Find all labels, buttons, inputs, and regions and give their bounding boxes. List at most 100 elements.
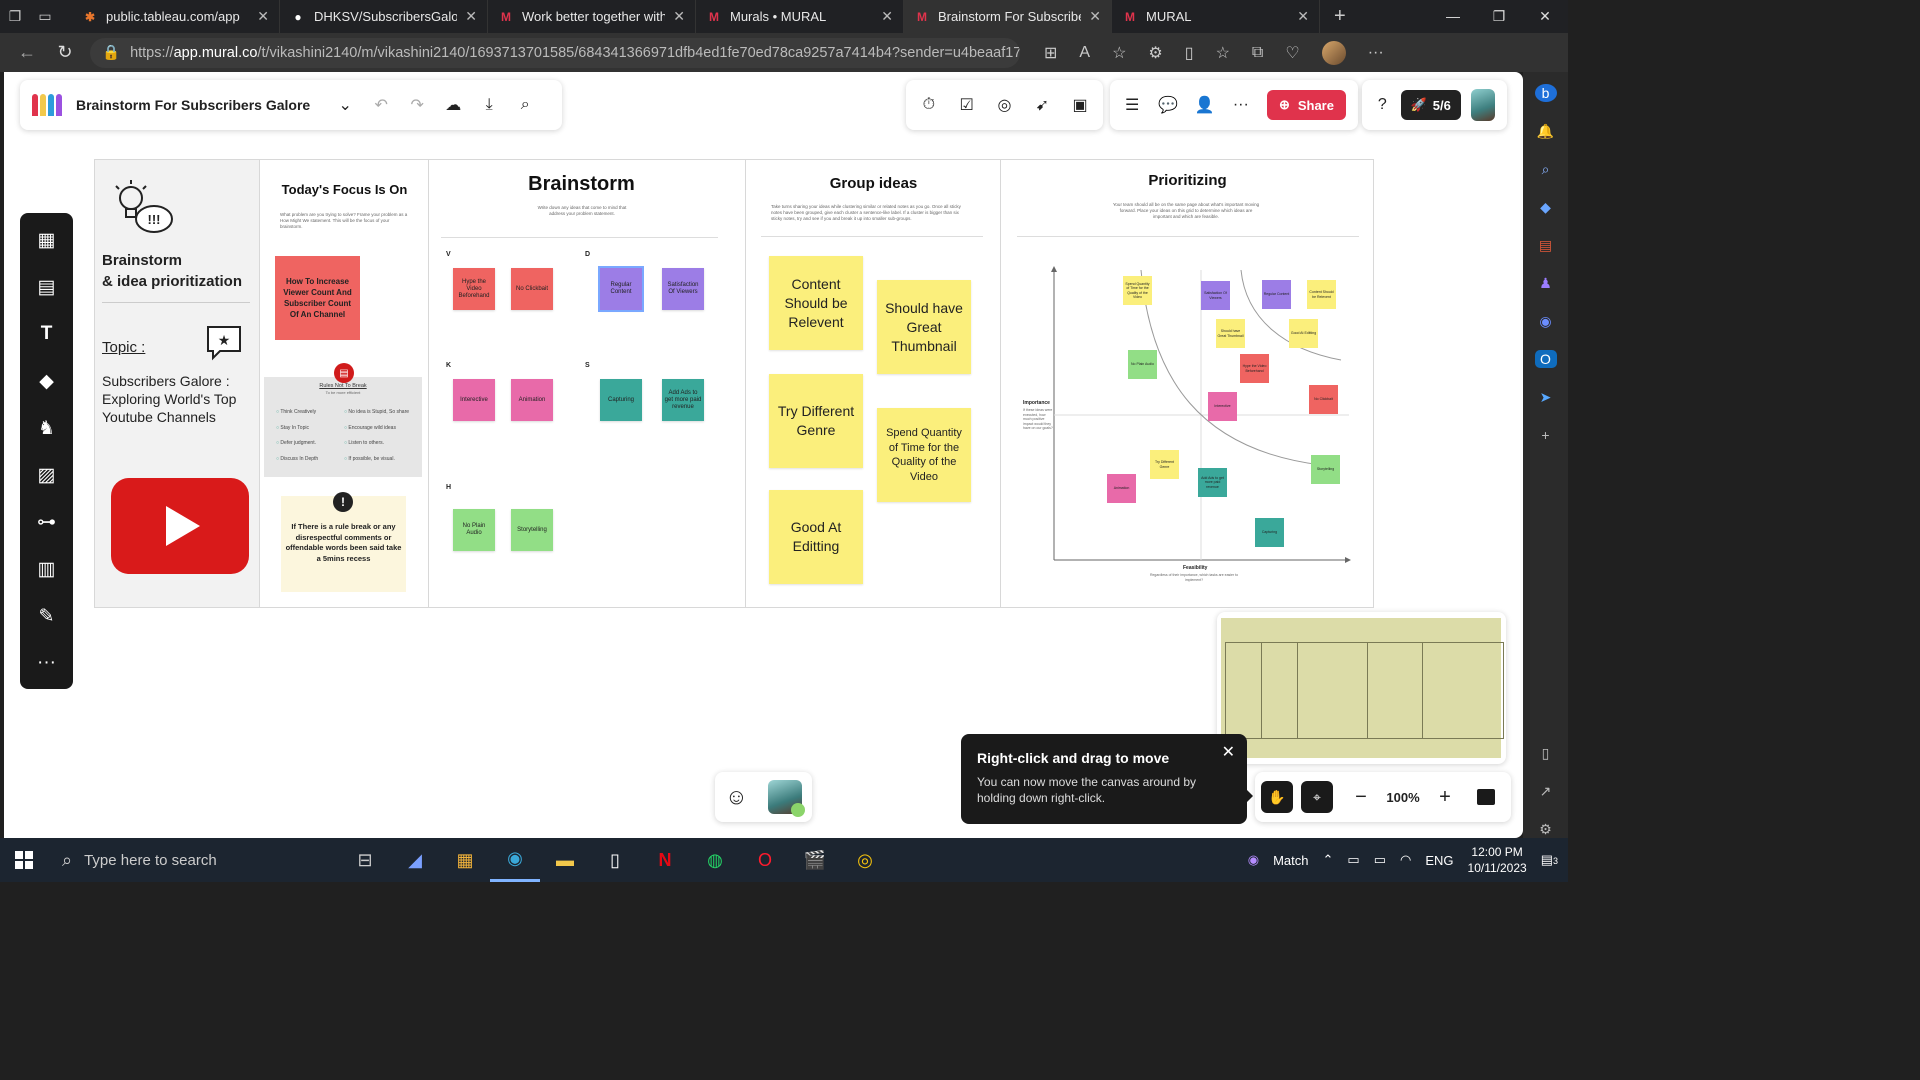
toolkit-icon[interactable]: ▣ [1069, 95, 1091, 115]
more-menu-icon[interactable]: ··· [1368, 44, 1384, 62]
close-icon[interactable]: ✕ [1222, 742, 1235, 762]
collections-icon[interactable]: ⧉ [1252, 44, 1263, 62]
sticky-note[interactable]: No Plain Audio [1128, 350, 1157, 379]
zoom-in-button[interactable]: + [1433, 786, 1457, 809]
undo-icon[interactable]: ↶ [370, 95, 392, 115]
browser-tab[interactable]: ✱ public.tableau.com/app ✕ [72, 0, 280, 33]
private-mode-icon[interactable]: ◎ [994, 95, 1016, 115]
sticky-note[interactable]: No Clickbait [1309, 385, 1338, 414]
workspaces-icon[interactable]: ❐ [0, 0, 30, 33]
sticky-note[interactable]: No Clickbait [511, 268, 553, 310]
text-icon[interactable]: T [34, 321, 60, 347]
browser-tab-active[interactable]: M Brainstorm For Subscribers ✕ [904, 0, 1112, 33]
bing-icon[interactable]: b [1534, 84, 1557, 102]
sticky-note[interactable]: Add Ads to get more paid revenue [662, 379, 704, 421]
edge-browser-icon[interactable]: ◉ [490, 838, 540, 882]
close-tab-icon[interactable]: ✕ [1297, 8, 1309, 25]
sticky-note[interactable]: Content Should be Relevent [1307, 280, 1336, 309]
wifi-icon[interactable]: ◠ [1400, 852, 1411, 868]
tools-icon[interactable]: ▤ [1535, 236, 1557, 254]
refresh-icon[interactable]: ↻ [52, 42, 78, 63]
notification-bell-icon[interactable]: 🔔 [1535, 122, 1557, 140]
sticky-note[interactable]: Content Should be Relevent [769, 256, 863, 350]
more-options-icon[interactable]: ··· [1231, 96, 1251, 114]
timer-icon[interactable]: ⏱ [918, 96, 940, 114]
recess-note[interactable]: ! If There is a rule break or any disres… [281, 492, 406, 592]
sticky-note[interactable]: Storytelling [511, 509, 553, 551]
profile-avatar[interactable] [1321, 40, 1346, 65]
sticky-note[interactable]: Hype the Video Beforehand [453, 268, 495, 310]
draw-pen-icon[interactable]: ✎ [34, 603, 60, 629]
close-tab-icon[interactable]: ✕ [881, 8, 893, 25]
netflix-icon[interactable]: N [640, 838, 690, 882]
match-label[interactable]: Match [1273, 853, 1308, 868]
notifications-icon[interactable]: ▤3 [1541, 852, 1558, 868]
sticky-note[interactable]: Animation [511, 379, 553, 421]
minimap-viewport[interactable] [1221, 618, 1504, 758]
sticky-note[interactable]: Storytelling [1311, 455, 1340, 484]
extensions-icon[interactable]: ⚙ [1148, 43, 1162, 63]
close-window-icon[interactable]: ✕ [1522, 8, 1568, 25]
video-editor-icon[interactable]: 🎬 [790, 838, 840, 882]
url-field[interactable]: 🔒 https://app.mural.co/t/vikashini2140/m… [90, 37, 1020, 68]
sticky-note[interactable]: Should have Great Thumbnail [877, 280, 971, 374]
file-explorer-icon[interactable]: ▬ [540, 838, 590, 882]
minimize-icon[interactable]: — [1430, 8, 1476, 25]
select-mode-icon[interactable]: ⌖ [1301, 781, 1333, 813]
back-icon[interactable]: ← [14, 42, 40, 63]
cloud-saved-icon[interactable]: ☁ [442, 95, 464, 115]
browser-tab[interactable]: ● DHKSV/SubscribersGalore ✕ [280, 0, 488, 33]
sticky-note[interactable]: Capturing [1255, 518, 1284, 547]
opera-icon[interactable]: O [740, 838, 790, 882]
sticky-note[interactable]: Good At Editting [769, 490, 863, 584]
sticky-note[interactable]: Regular Content [598, 266, 644, 312]
games-icon[interactable]: ♟ [1535, 274, 1557, 292]
comments-icon[interactable]: 💬 [1158, 95, 1178, 115]
help-icon[interactable]: ? [1374, 96, 1391, 114]
sticky-note[interactable]: Add Ads to get more paid revenue [1198, 468, 1227, 497]
microsoft-store-icon[interactable]: ▦ [440, 838, 490, 882]
rules-card[interactable]: ▤ Rules Not To Break To be more efficien… [264, 363, 422, 477]
sticky-note[interactable]: Good At Editting [1289, 319, 1318, 348]
sticky-note[interactable]: Satisfaction Of Viewers [1201, 281, 1230, 310]
user-avatar[interactable] [1470, 89, 1495, 121]
sticky-note[interactable]: Try Different Genre [769, 374, 863, 468]
new-tab-button[interactable]: + [1320, 5, 1360, 28]
sticky-note[interactable]: Regular Content [1262, 280, 1291, 309]
sticky-note[interactable]: Spend Quantity of Time for the Quality o… [1123, 276, 1152, 305]
icons-library-icon[interactable]: ♞ [34, 415, 60, 441]
voting-icon[interactable]: ☑ [956, 95, 978, 115]
user-presence-avatar[interactable] [767, 780, 805, 817]
taskbar-search[interactable]: ⌕ Type here to search [48, 838, 340, 882]
favorites-icon[interactable]: ☆ [1216, 43, 1230, 63]
sticky-note[interactable]: Try Different Genre [1150, 450, 1179, 479]
mural-logo-icon[interactable] [32, 94, 62, 116]
sticky-note[interactable]: Hype the Video Beforehand [1240, 354, 1269, 383]
visual-studio-icon[interactable]: ◢ [390, 838, 440, 882]
read-aloud-icon[interactable]: A [1079, 44, 1090, 62]
browser-tab[interactable]: M Murals • MURAL ✕ [696, 0, 904, 33]
app-available-icon[interactable]: ⊞ [1044, 43, 1057, 63]
close-tab-icon[interactable]: ✕ [257, 8, 269, 25]
sticky-note[interactable]: Interective [453, 379, 495, 421]
mural-title[interactable]: Brainstorm For Subscribers Galore [76, 97, 310, 113]
table-icon[interactable]: ▥ [34, 556, 60, 582]
outline-icon[interactable]: ☰ [1122, 95, 1142, 115]
shopping-tag-icon[interactable]: ◆ [1535, 198, 1557, 216]
search-icon[interactable]: ⌕ [1535, 160, 1557, 178]
chevron-down-icon[interactable]: ⌄ [334, 95, 356, 115]
outlook-icon[interactable]: O [1534, 350, 1557, 368]
zoom-level[interactable]: 100% [1381, 790, 1425, 805]
clock[interactable]: 12:00 PM 10/11/2023 [1468, 844, 1527, 876]
emoji-reaction-icon[interactable]: ☺ [725, 784, 747, 810]
split-screen-icon[interactable]: ▯ [1185, 43, 1194, 63]
sticky-note[interactable]: Satisfaction Of Viewers [662, 268, 704, 310]
sticky-note-icon[interactable]: ▤ [34, 274, 60, 300]
browser-tab[interactable]: M Work better together with ✕ [488, 0, 696, 33]
notepad-icon[interactable]: ▯ [590, 838, 640, 882]
more-tools-icon[interactable]: ··· [34, 650, 60, 676]
browser-tab[interactable]: M MURAL ✕ [1112, 0, 1320, 33]
sticky-note[interactable]: Interective [1208, 392, 1237, 421]
sticky-note[interactable]: Animation [1107, 474, 1136, 503]
onboarding-progress-button[interactable]: 🚀 5/6 [1400, 90, 1461, 120]
